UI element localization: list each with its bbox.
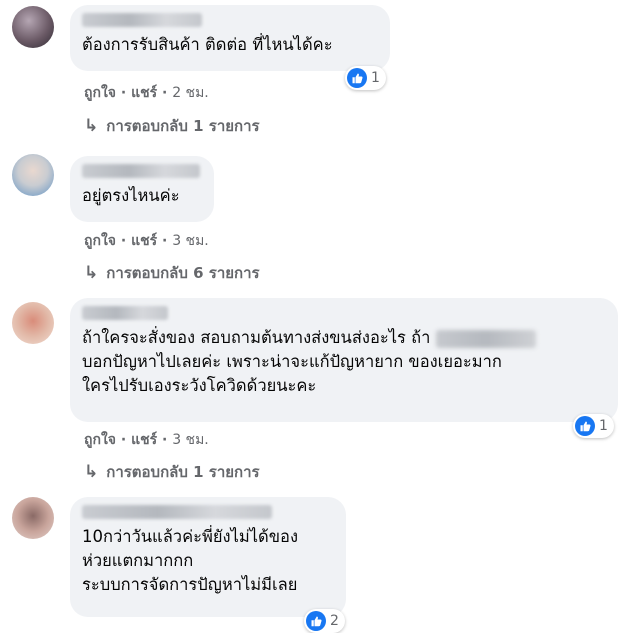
avatar[interactable] <box>12 497 54 539</box>
blurred-author-name <box>82 164 200 178</box>
blurred-author-name <box>82 505 272 519</box>
reply-arrow-icon: ↳ <box>84 116 99 136</box>
comment-bubble: ต้องการรับสินค้า ติดต่อ ที่ไหนได้คะ <box>70 5 390 71</box>
reaction-count: 1 <box>371 70 380 86</box>
like-link[interactable]: ถูกใจ <box>84 85 116 101</box>
view-replies-link[interactable]: ↳ การตอบกลับ 6 รายการ <box>84 261 260 285</box>
reply-arrow-icon: ↳ <box>84 462 99 482</box>
thumbs-up-icon <box>306 611 326 631</box>
comment-actions: ถูกใจ · แชร์ · 3 ชม. <box>84 233 209 249</box>
comment-actions: ถูกใจ · แชร์ · 3 ชม. <box>84 432 209 448</box>
comment-text: ต้องการรับสินค้า ติดต่อ ที่ไหนได้คะ <box>82 35 333 54</box>
reaction-badge[interactable]: 2 <box>304 609 345 633</box>
thumbs-up-icon <box>347 68 367 88</box>
timestamp[interactable]: 3 ชม. <box>172 432 209 448</box>
comment-text-line: ใครไปรับเองระวังโควิดด้วยนะคะ <box>82 376 317 395</box>
view-replies-link[interactable]: ↳ การตอบกลับ 1 รายการ <box>84 460 260 484</box>
comment-bubble: ถ้าใครจะสั่งของ สอบถามต้นทางส่งขนส่งอะไร… <box>70 298 618 422</box>
share-link[interactable]: แชร์ <box>131 432 157 448</box>
avatar[interactable] <box>12 302 54 344</box>
like-link[interactable]: ถูกใจ <box>84 432 116 448</box>
comment-actions: ถูกใจ · แชร์ · 2 ชม. <box>84 85 209 101</box>
replies-label: การตอบกลับ 6 รายการ <box>106 264 260 282</box>
avatar[interactable] <box>12 6 54 48</box>
comment-text-line: บอกปัญหาไปเลยค่ะ เพราะน่าจะแก้ปัญหายาก ข… <box>82 352 502 371</box>
reaction-badge[interactable]: 1 <box>345 66 386 90</box>
comment-bubble: อยู่ตรงไหนค่ะ <box>70 156 214 222</box>
comment-text-line: ระบบการจัดการปัญหาไม่มีเลย <box>82 575 298 594</box>
replies-label: การตอบกลับ 1 รายการ <box>106 463 260 481</box>
reply-arrow-icon: ↳ <box>84 263 99 283</box>
timestamp[interactable]: 3 ชม. <box>172 233 209 249</box>
reaction-count: 2 <box>330 613 339 629</box>
comment-text-line: ห่วยแตกมากกก <box>82 551 194 570</box>
view-replies-link[interactable]: ↳ การตอบกลับ 1 รายการ <box>84 114 260 138</box>
comment-text-line: 10กว่าวันแล้วค่ะพี่ยังไม่ได้ของ <box>82 527 299 546</box>
like-link[interactable]: ถูกใจ <box>84 233 116 249</box>
blurred-text <box>435 329 536 348</box>
timestamp[interactable]: 2 ชม. <box>172 85 209 101</box>
share-link[interactable]: แชร์ <box>131 85 157 101</box>
comment-bubble: 10กว่าวันแล้วค่ะพี่ยังไม่ได้ของ ห่วยแตกม… <box>70 497 346 617</box>
blurred-author-name <box>82 306 168 320</box>
reaction-badge[interactable]: 1 <box>573 414 614 438</box>
comment-text-line: ถ้าใครจะสั่งของ สอบถามต้นทางส่งขนส่งอะไร… <box>82 326 606 350</box>
comment-text: อยู่ตรงไหนค่ะ <box>82 186 180 205</box>
share-link[interactable]: แชร์ <box>131 233 157 249</box>
reaction-count: 1 <box>599 418 608 434</box>
blurred-author-name <box>82 13 202 27</box>
avatar[interactable] <box>12 154 54 196</box>
thumbs-up-icon <box>575 416 595 436</box>
replies-label: การตอบกลับ 1 รายการ <box>106 117 260 135</box>
